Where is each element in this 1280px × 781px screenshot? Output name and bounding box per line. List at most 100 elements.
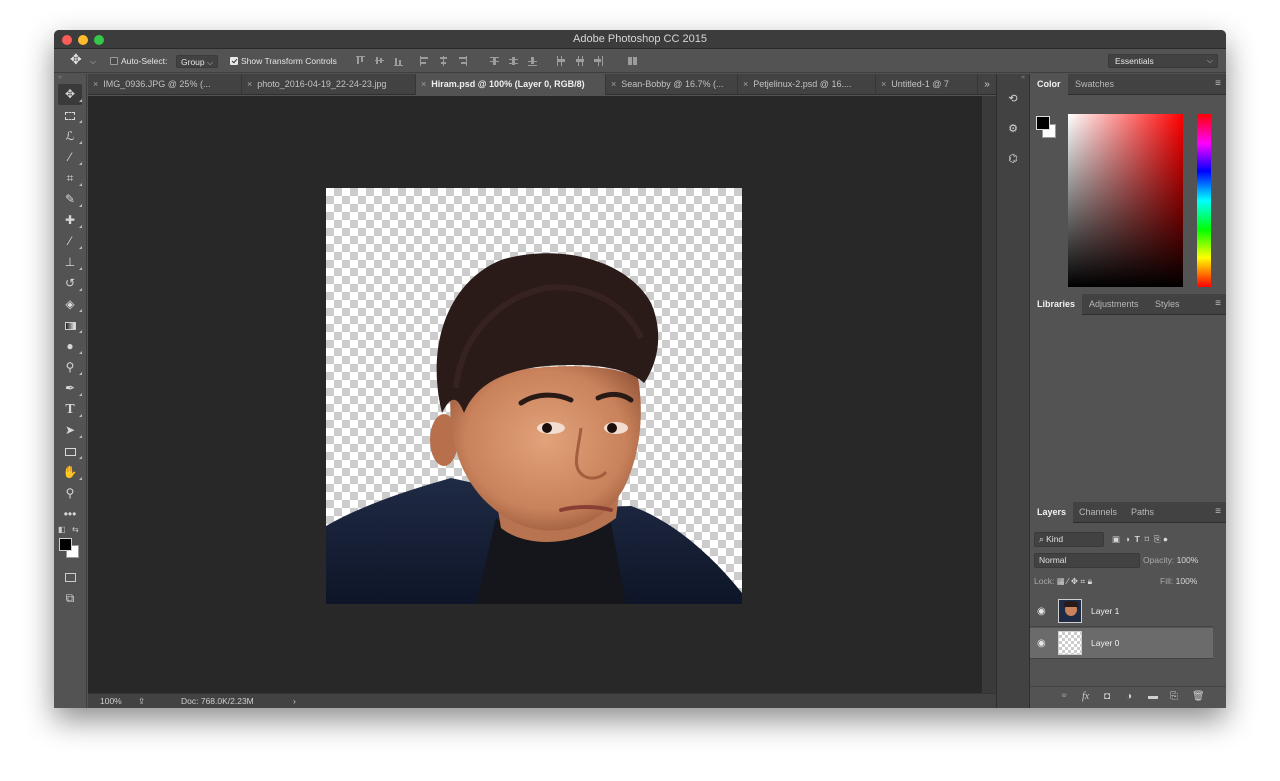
tab-styles[interactable]: Styles: [1148, 294, 1187, 315]
delete-layer-icon[interactable]: 🗑︎: [1192, 691, 1205, 702]
filter-smart-object-icon[interactable]: ⎘: [1154, 534, 1161, 544]
close-tab-icon[interactable]: ×: [611, 79, 616, 89]
healing-brush-tool[interactable]: ✚: [58, 210, 82, 231]
opacity-control[interactable]: Opacity: 100%: [1143, 553, 1198, 568]
history-brush-tool[interactable]: ↺: [58, 273, 82, 294]
visibility-eye-icon[interactable]: ◉: [1037, 606, 1046, 617]
history-panel-icon[interactable]: ⟲: [1000, 88, 1026, 110]
move-tool[interactable]: ✥: [58, 84, 82, 105]
document-tab[interactable]: × photo_2016-04-19_22-24-23.jpg: [242, 74, 416, 95]
canvas-area[interactable]: [88, 96, 982, 693]
blur-tool[interactable]: ●: [58, 336, 82, 357]
screen-mode-button[interactable]: ⧉: [58, 588, 82, 609]
crop-tool[interactable]: ⌗: [58, 168, 82, 189]
tab-libraries[interactable]: Libraries: [1030, 294, 1083, 315]
blend-mode-dropdown[interactable]: Normal: [1034, 553, 1140, 568]
align-bottom-icon[interactable]: [394, 56, 403, 66]
eraser-tool[interactable]: ◈: [58, 294, 82, 315]
pen-tool[interactable]: ✒: [58, 378, 82, 399]
workspace-dropdown[interactable]: Essentials ⌵: [1108, 54, 1218, 68]
quick-select-tool[interactable]: ⁄: [58, 147, 82, 168]
distribute-vcenter-icon[interactable]: [509, 56, 518, 66]
eyedropper-tool[interactable]: ✎: [58, 189, 82, 210]
distribute-right-icon[interactable]: [594, 56, 603, 66]
close-tab-icon[interactable]: ×: [247, 79, 252, 89]
lock-all-icon[interactable]: 🔒︎: [1088, 576, 1093, 586]
hue-slider[interactable]: [1197, 114, 1211, 287]
layer-row[interactable]: ◉ Layer 1: [1030, 596, 1213, 627]
distribute-hcenter-icon[interactable]: [575, 56, 584, 66]
close-tab-icon[interactable]: ×: [93, 79, 98, 89]
layer-row-selected[interactable]: ◉ Layer 0: [1030, 628, 1213, 659]
opacity-value[interactable]: 100%: [1177, 555, 1199, 565]
tab-paths[interactable]: Paths: [1124, 502, 1161, 523]
document-tab[interactable]: × IMG_0936.JPG @ 25% (...: [88, 74, 242, 95]
align-left-icon[interactable]: [420, 56, 429, 66]
hand-tool[interactable]: ✋: [58, 462, 82, 483]
type-tool[interactable]: T: [58, 399, 82, 420]
show-transform-checkbox-box[interactable]: [230, 57, 238, 65]
panel-menu-icon[interactable]: ≡: [1215, 298, 1221, 309]
foreground-color-swatch[interactable]: [59, 538, 72, 551]
show-transform-checkbox[interactable]: Show Transform Controls: [230, 55, 337, 68]
fill-control[interactable]: Fill: 100%: [1160, 574, 1197, 589]
fill-value[interactable]: 100%: [1176, 576, 1198, 586]
brush-tool[interactable]: ⁄: [58, 231, 82, 252]
filter-type-icon[interactable]: T: [1135, 534, 1140, 544]
properties-panel-icon[interactable]: ⚙: [1000, 118, 1026, 140]
more-tools[interactable]: •••: [58, 504, 82, 525]
add-mask-icon[interactable]: ◘: [1104, 691, 1110, 702]
layer-name[interactable]: Layer 1: [1091, 606, 1119, 616]
adjustment-layer-icon[interactable]: ◑: [1126, 691, 1132, 702]
auto-select-checkbox[interactable]: Auto-Select:: [110, 55, 167, 68]
color-panel-foreground[interactable]: [1036, 116, 1050, 130]
color-picker-field[interactable]: [1068, 114, 1183, 287]
lasso-tool[interactable]: ℒ: [58, 126, 82, 147]
distribute-bottom-icon[interactable]: [528, 56, 537, 66]
new-layer-icon[interactable]: ⎘: [1170, 691, 1178, 702]
gradient-tool[interactable]: [58, 315, 82, 336]
color-swatches[interactable]: ◧ ⇆: [54, 525, 86, 567]
shape-tool[interactable]: [58, 441, 82, 462]
canvas-scrollbar[interactable]: [982, 96, 996, 693]
collapse-dock-icon[interactable]: «: [997, 74, 1029, 84]
tab-channels[interactable]: Channels: [1072, 502, 1124, 523]
panel-menu-icon[interactable]: ≡: [1215, 78, 1221, 89]
align-right-icon[interactable]: [458, 56, 467, 66]
document-tab-active[interactable]: × Hiram.psd @ 100% (Layer 0, RGB/8): [416, 74, 606, 95]
zoom-level[interactable]: 100%: [100, 696, 122, 706]
zoom-tool[interactable]: ⚲: [58, 483, 82, 504]
clone-stamp-tool[interactable]: ⊥: [58, 252, 82, 273]
auto-select-mode-dropdown[interactable]: Group ⌵: [176, 55, 219, 68]
filter-shape-icon[interactable]: ⌑: [1145, 534, 1149, 544]
dodge-tool[interactable]: ⚲: [58, 357, 82, 378]
filter-toggle-icon[interactable]: ●: [1163, 534, 1168, 544]
link-layers-icon[interactable]: ⚭: [1060, 691, 1068, 702]
swap-colors-icon[interactable]: ⇆: [72, 525, 79, 534]
tool-preset-chevron-icon[interactable]: ⌵: [90, 55, 96, 68]
document-canvas[interactable]: [326, 188, 742, 604]
filter-adjustment-icon[interactable]: ◑: [1125, 534, 1130, 544]
collapse-tools-icon[interactable]: »: [54, 74, 86, 84]
visibility-eye-icon[interactable]: ◉: [1037, 638, 1046, 649]
auto-select-checkbox-box[interactable]: [110, 57, 118, 65]
layer-style-icon[interactable]: fx: [1082, 691, 1089, 702]
default-colors-icon[interactable]: ◧: [58, 525, 66, 534]
close-tab-icon[interactable]: ×: [743, 79, 748, 89]
document-tab[interactable]: × Untitled-1 @ 7: [876, 74, 978, 95]
move-icon[interactable]: ✥: [70, 52, 82, 66]
lock-transparent-icon[interactable]: ▦: [1057, 576, 1065, 586]
tab-layers[interactable]: Layers: [1030, 502, 1074, 523]
distribute-left-icon[interactable]: [556, 56, 565, 66]
tab-color[interactable]: Color: [1030, 74, 1068, 95]
tabs-overflow-button[interactable]: »: [978, 74, 996, 95]
distribute-top-icon[interactable]: [490, 56, 499, 66]
marquee-tool[interactable]: [58, 105, 82, 126]
tab-adjustments[interactable]: Adjustments: [1082, 294, 1146, 315]
new-group-icon[interactable]: ▬: [1148, 691, 1158, 702]
lock-artboard-icon[interactable]: ⌗: [1080, 576, 1085, 586]
quick-mask-button[interactable]: [58, 567, 82, 588]
align-vertical-center-icon[interactable]: [375, 56, 384, 66]
path-select-tool[interactable]: ➤: [58, 420, 82, 441]
tab-swatches[interactable]: Swatches: [1068, 74, 1121, 95]
